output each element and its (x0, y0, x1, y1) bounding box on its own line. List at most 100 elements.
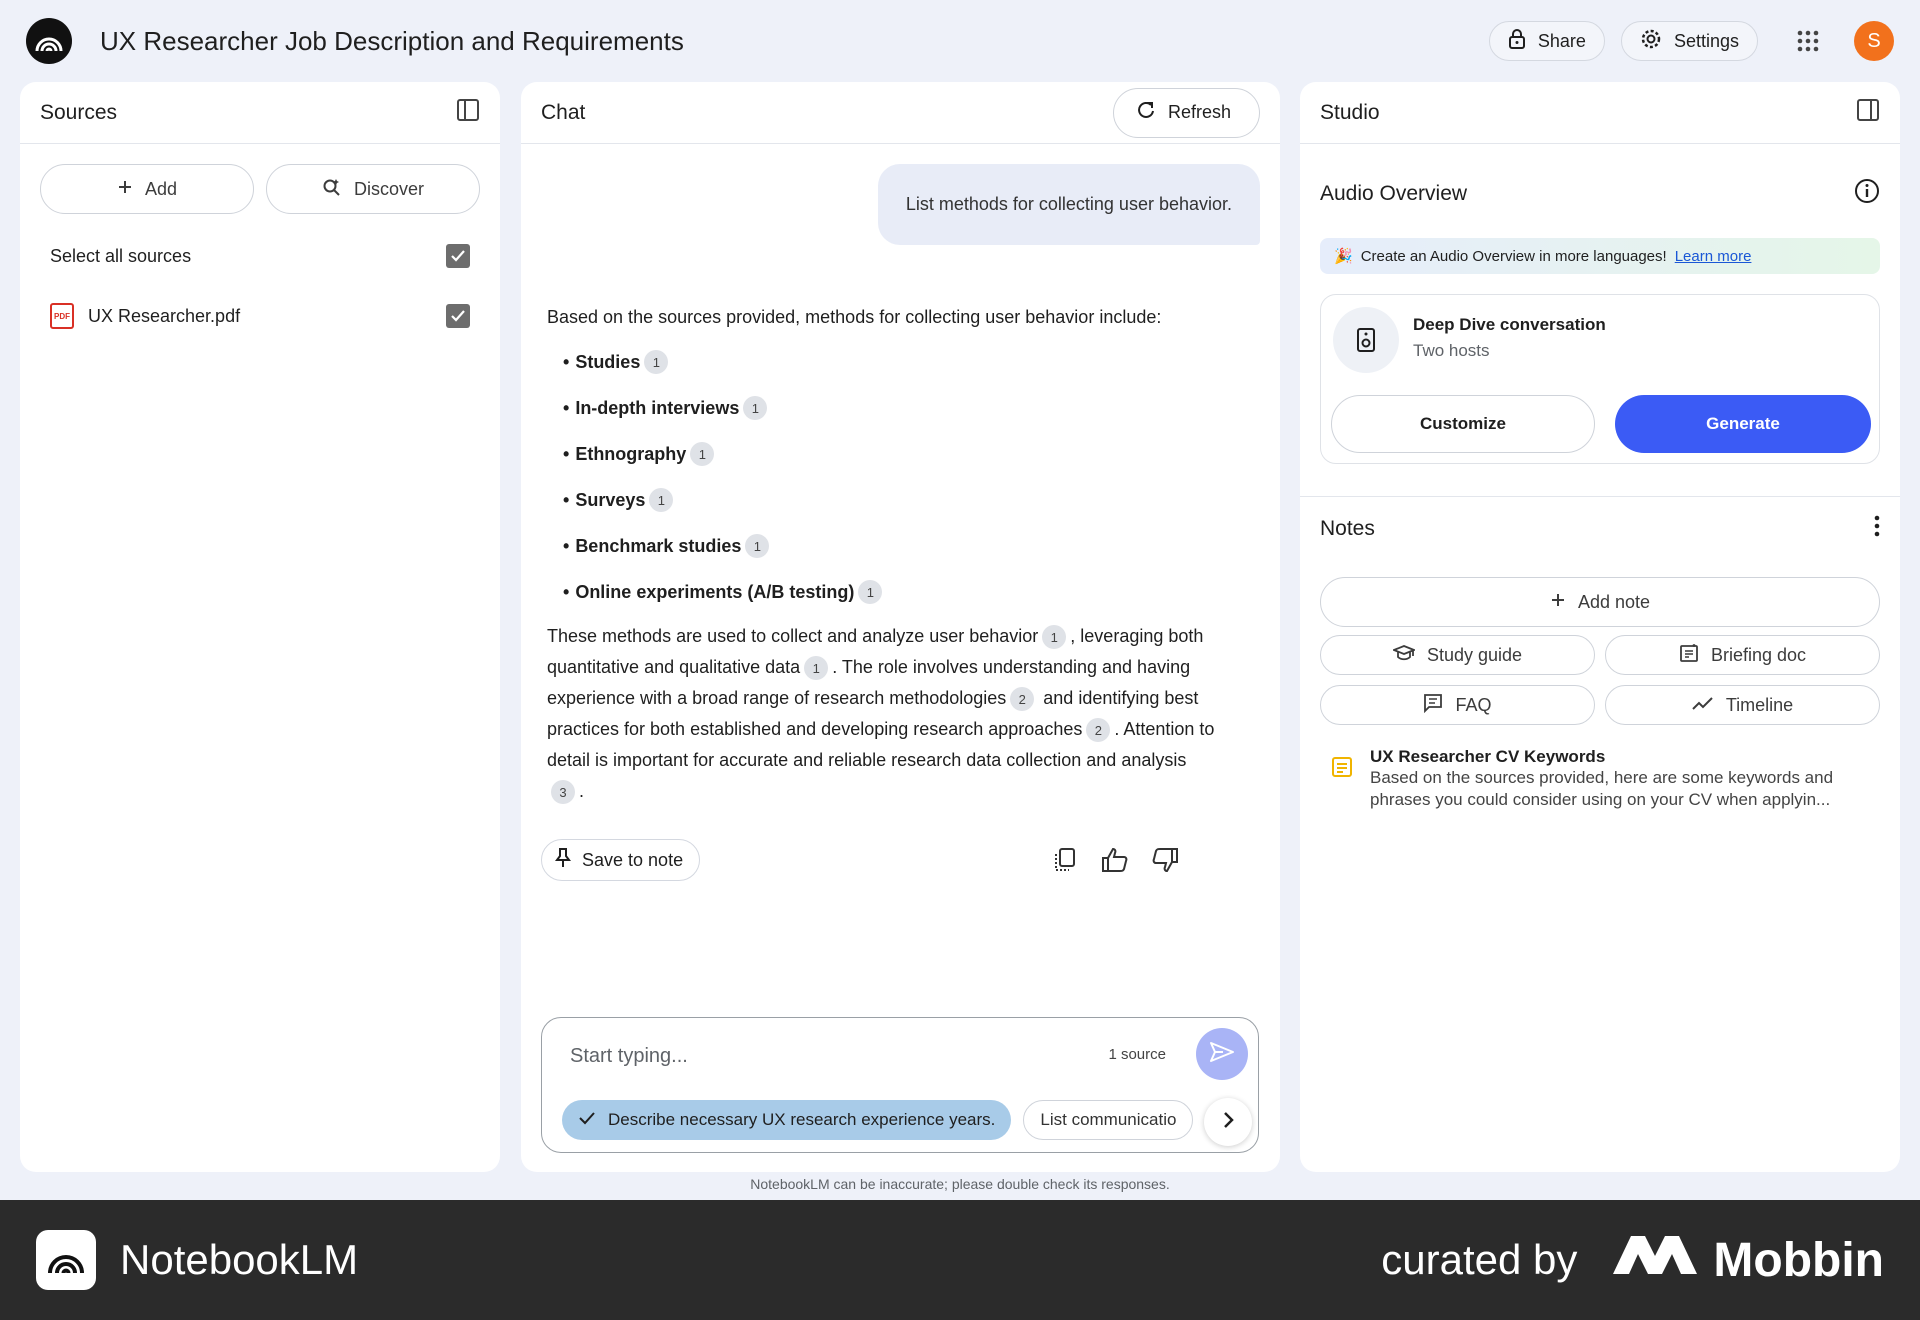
chat-input[interactable] (570, 1038, 1070, 1074)
next-suggestions-button[interactable] (1204, 1098, 1252, 1146)
list-item: • In-depth interviews 1 (563, 385, 1217, 431)
chevron-right-icon (1222, 1111, 1234, 1134)
settings-label: Settings (1673, 30, 1739, 51)
share-button[interactable]: Share (1488, 21, 1605, 61)
customize-button[interactable]: Customize (1331, 395, 1595, 453)
share-label: Share (1537, 30, 1586, 51)
note-item[interactable]: UX Researcher CV Keywords Based on the s… (1330, 747, 1880, 811)
footer-brand: NotebookLM (120, 1236, 359, 1283)
faq-chat-icon (1423, 693, 1443, 718)
add-source-button[interactable]: Add (40, 164, 254, 214)
add-label: Add (144, 178, 178, 199)
thumbs-up-icon[interactable] (1099, 844, 1131, 876)
notes-title: Notes (1320, 517, 1375, 540)
discover-button[interactable]: Discover (266, 164, 480, 214)
avatar[interactable]: S (1854, 21, 1894, 61)
top-bar: UX Researcher Job Description and Requir… (0, 0, 1920, 82)
audio-card-title: Deep Dive conversation (1413, 315, 1606, 334)
method-label: In-depth interviews (575, 397, 740, 418)
select-all-row[interactable]: Select all sources (20, 226, 500, 286)
suggestion-chip[interactable]: List communicatio (1023, 1100, 1194, 1140)
citation-badge[interactable]: 1 (804, 656, 829, 681)
suggestion-label: List communicatio (1040, 1110, 1177, 1129)
citation-badge[interactable]: 1 (690, 442, 715, 466)
chat-header: Chat Refresh (521, 82, 1280, 144)
sources-title: Sources (40, 100, 118, 124)
plus-icon (1550, 592, 1566, 613)
settings-button[interactable]: Settings (1620, 21, 1758, 61)
citation-badge[interactable]: 1 (649, 488, 674, 512)
timeline-icon (1692, 695, 1714, 716)
list-item: • Studies 1 (563, 339, 1217, 385)
select-all-checkbox[interactable] (446, 244, 470, 268)
studio-panel: Studio Audio Overview 🎉 Create an Audio … (1300, 82, 1900, 1172)
source-item[interactable]: PDF UX Researcher.pdf (20, 286, 500, 346)
suggestion-chips: Describe necessary UX research experienc… (562, 1100, 1202, 1140)
citation-badge[interactable]: 1 (743, 396, 768, 420)
add-note-button[interactable]: Add note (1320, 577, 1880, 627)
answer-text: These methods are used to collect and an… (547, 626, 1039, 646)
briefing-doc-button[interactable]: Briefing doc (1605, 635, 1880, 675)
mobbin-mark-icon (1611, 1233, 1699, 1288)
sources-header: Sources (20, 82, 500, 144)
study-guide-button[interactable]: Study guide (1320, 635, 1595, 675)
citation-badge[interactable]: 2 (1086, 718, 1111, 743)
list-item: • Ethnography 1 (563, 431, 1217, 477)
methods-list: • Studies 1 • In-depth interviews 1 • Ethnogr… (563, 339, 1217, 615)
note-doc-icon (1330, 755, 1354, 779)
timeline-button[interactable]: Timeline (1605, 685, 1880, 725)
chat-title: Chat (541, 100, 586, 124)
source-count: 1 source (1108, 1046, 1166, 1063)
more-vert-icon[interactable] (1874, 515, 1880, 543)
promo-text: Create an Audio Overview in more languag… (1360, 247, 1667, 265)
pdf-icon: PDF (50, 303, 74, 329)
party-icon: 🎉 (1334, 248, 1353, 265)
suggestion-label: Describe necessary UX research experienc… (608, 1110, 996, 1129)
mobbin-logo: Mobbin (1611, 1233, 1884, 1288)
mobbin-wordmark: Mobbin (1713, 1233, 1884, 1287)
sources-panel: Sources Add Discover Select all sources … (20, 82, 500, 1172)
source-checkbox[interactable] (446, 304, 470, 328)
notebooklm-logo-icon (36, 1230, 96, 1290)
thumbs-down-icon[interactable] (1149, 844, 1181, 876)
send-button[interactable] (1196, 1028, 1248, 1080)
refresh-button[interactable]: Refresh (1112, 87, 1260, 138)
generate-button[interactable]: Generate (1615, 395, 1871, 453)
audio-overview-title: Audio Overview (1320, 182, 1468, 205)
save-to-note-button[interactable]: Save to note (541, 839, 701, 881)
disclaimer: NotebookLM can be inaccurate; please dou… (750, 1176, 1170, 1192)
refresh-icon (1136, 100, 1156, 125)
timeline-label: Timeline (1725, 694, 1794, 715)
citation-badge[interactable]: 1 (858, 580, 883, 604)
citation-badge[interactable]: 1 (644, 350, 669, 374)
user-message: List methods for collecting user behavio… (877, 164, 1260, 245)
apps-grid-icon[interactable] (1786, 19, 1830, 63)
discover-search-icon (322, 177, 342, 202)
briefing-doc-icon (1679, 643, 1699, 668)
copy-icon[interactable] (1049, 844, 1081, 876)
collapse-panel-icon[interactable] (1856, 98, 1880, 128)
notes-header: Notes (1300, 497, 1900, 561)
collapse-panel-icon[interactable] (456, 98, 480, 128)
check-icon (578, 1110, 596, 1130)
select-all-label: Select all sources (50, 245, 192, 266)
info-icon[interactable] (1854, 178, 1880, 210)
notebooklm-logo-icon[interactable] (26, 18, 72, 64)
save-to-note-label: Save to note (582, 849, 684, 870)
citation-badge[interactable]: 2 (1010, 687, 1035, 712)
learn-more-link[interactable]: Learn more (1675, 248, 1752, 265)
citation-badge[interactable]: 1 (745, 534, 770, 558)
list-item: • Online experiments (A/B testing) 1 (563, 569, 1217, 615)
method-label: Studies (575, 351, 641, 372)
suggestion-chip[interactable]: Describe necessary UX research experienc… (562, 1100, 1012, 1140)
citation-badge[interactable]: 1 (1042, 625, 1067, 650)
speaker-icon (1333, 307, 1399, 373)
audio-overview-header: Audio Overview (1300, 144, 1900, 244)
faq-button[interactable]: FAQ (1320, 685, 1595, 725)
chat-composer: 1 source Describe necessary UX research … (541, 1017, 1259, 1153)
notebook-title[interactable]: UX Researcher Job Description and Requir… (100, 26, 684, 57)
answer-text: . (579, 781, 585, 801)
list-item: • Surveys 1 (563, 477, 1217, 523)
citation-badge[interactable]: 3 (551, 780, 575, 805)
lock-icon (1508, 28, 1526, 55)
